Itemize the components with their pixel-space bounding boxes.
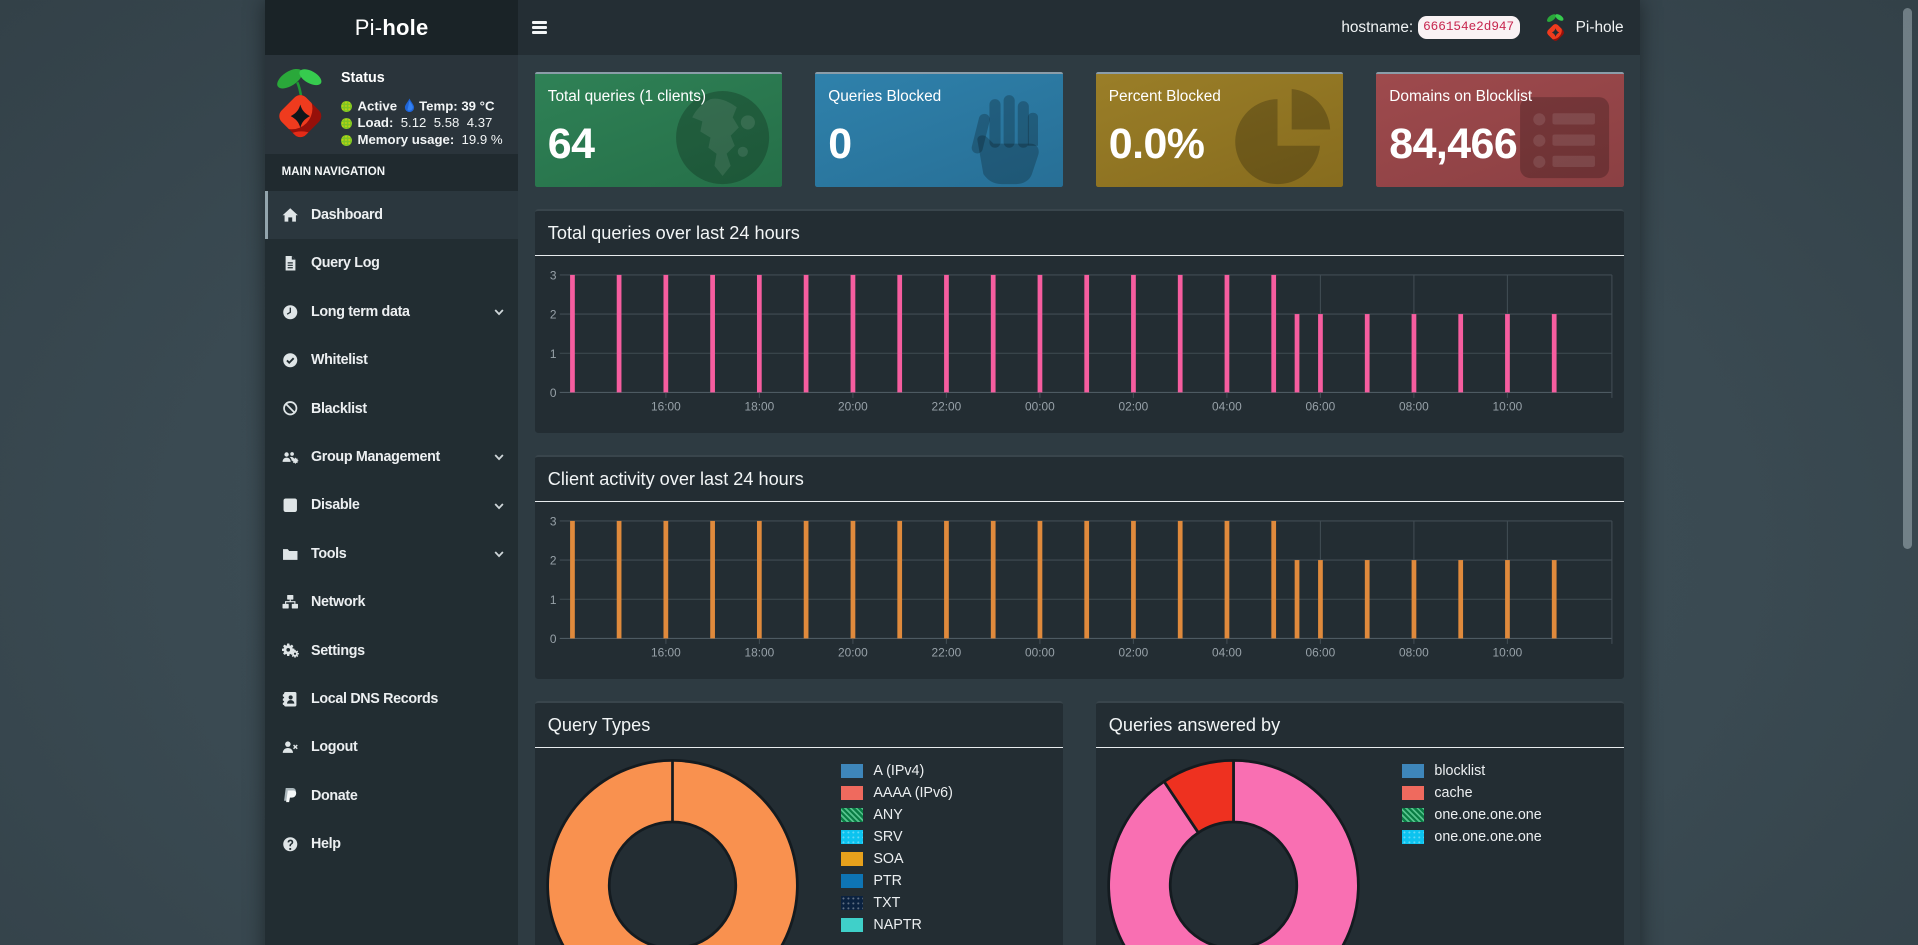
svg-text:02:00: 02:00 [1118,400,1148,414]
svg-text:06:00: 06:00 [1305,646,1335,660]
svg-text:00:00: 00:00 [1025,646,1055,660]
svg-text:08:00: 08:00 [1399,400,1429,414]
svg-text:20:00: 20:00 [838,400,868,414]
svg-text:10:00: 10:00 [1492,646,1522,660]
svg-text:1: 1 [549,593,556,607]
svg-text:00:00: 00:00 [1025,400,1055,414]
svg-text:22:00: 22:00 [931,646,961,660]
svg-text:18:00: 18:00 [744,646,774,660]
svg-text:0: 0 [549,632,556,646]
svg-text:18:00: 18:00 [744,400,774,414]
svg-text:22:00: 22:00 [931,400,961,414]
svg-text:2: 2 [549,554,556,568]
svg-text:2: 2 [549,308,556,322]
svg-text:04:00: 04:00 [1212,400,1242,414]
svg-text:08:00: 08:00 [1399,646,1429,660]
svg-text:10:00: 10:00 [1492,400,1522,414]
svg-text:16:00: 16:00 [651,646,681,660]
svg-text:3: 3 [549,515,556,529]
svg-text:20:00: 20:00 [838,646,868,660]
svg-text:1: 1 [549,347,556,361]
svg-text:06:00: 06:00 [1305,400,1335,414]
svg-text:16:00: 16:00 [651,400,681,414]
svg-text:3: 3 [549,269,556,283]
svg-text:0: 0 [549,386,556,400]
svg-text:02:00: 02:00 [1118,646,1148,660]
svg-text:04:00: 04:00 [1212,646,1242,660]
